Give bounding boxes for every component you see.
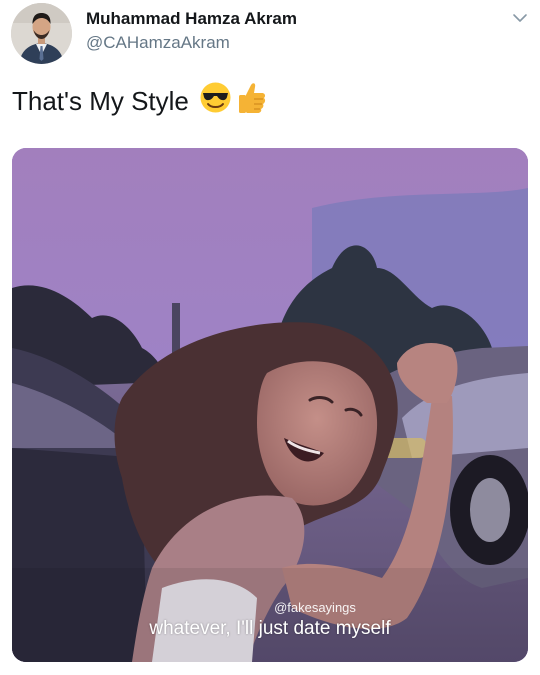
media-watermark: @fakesayings <box>274 600 356 615</box>
media-subtitle: whatever, I'll just date myself <box>149 618 391 639</box>
avatar-image <box>11 3 72 64</box>
avatar[interactable] <box>11 3 72 64</box>
chevron-down-icon[interactable] <box>509 7 531 29</box>
thumbs-up-icon <box>236 81 266 121</box>
author-handle[interactable]: @CAHamzaAkram <box>86 33 230 53</box>
smiling-face-with-sunglasses-icon <box>199 81 232 121</box>
photo-illustration <box>12 148 528 662</box>
tweet-text: That's My Style <box>12 81 266 121</box>
tweet-header: Muhammad Hamza Akram @CAHamzaAkram <box>0 0 540 66</box>
tweet-media-image[interactable]: @fakesayings whatever, I'll just date my… <box>12 148 528 662</box>
tweet-body: That's My Style <box>12 85 189 116</box>
author-display-name[interactable]: Muhammad Hamza Akram <box>86 9 297 29</box>
